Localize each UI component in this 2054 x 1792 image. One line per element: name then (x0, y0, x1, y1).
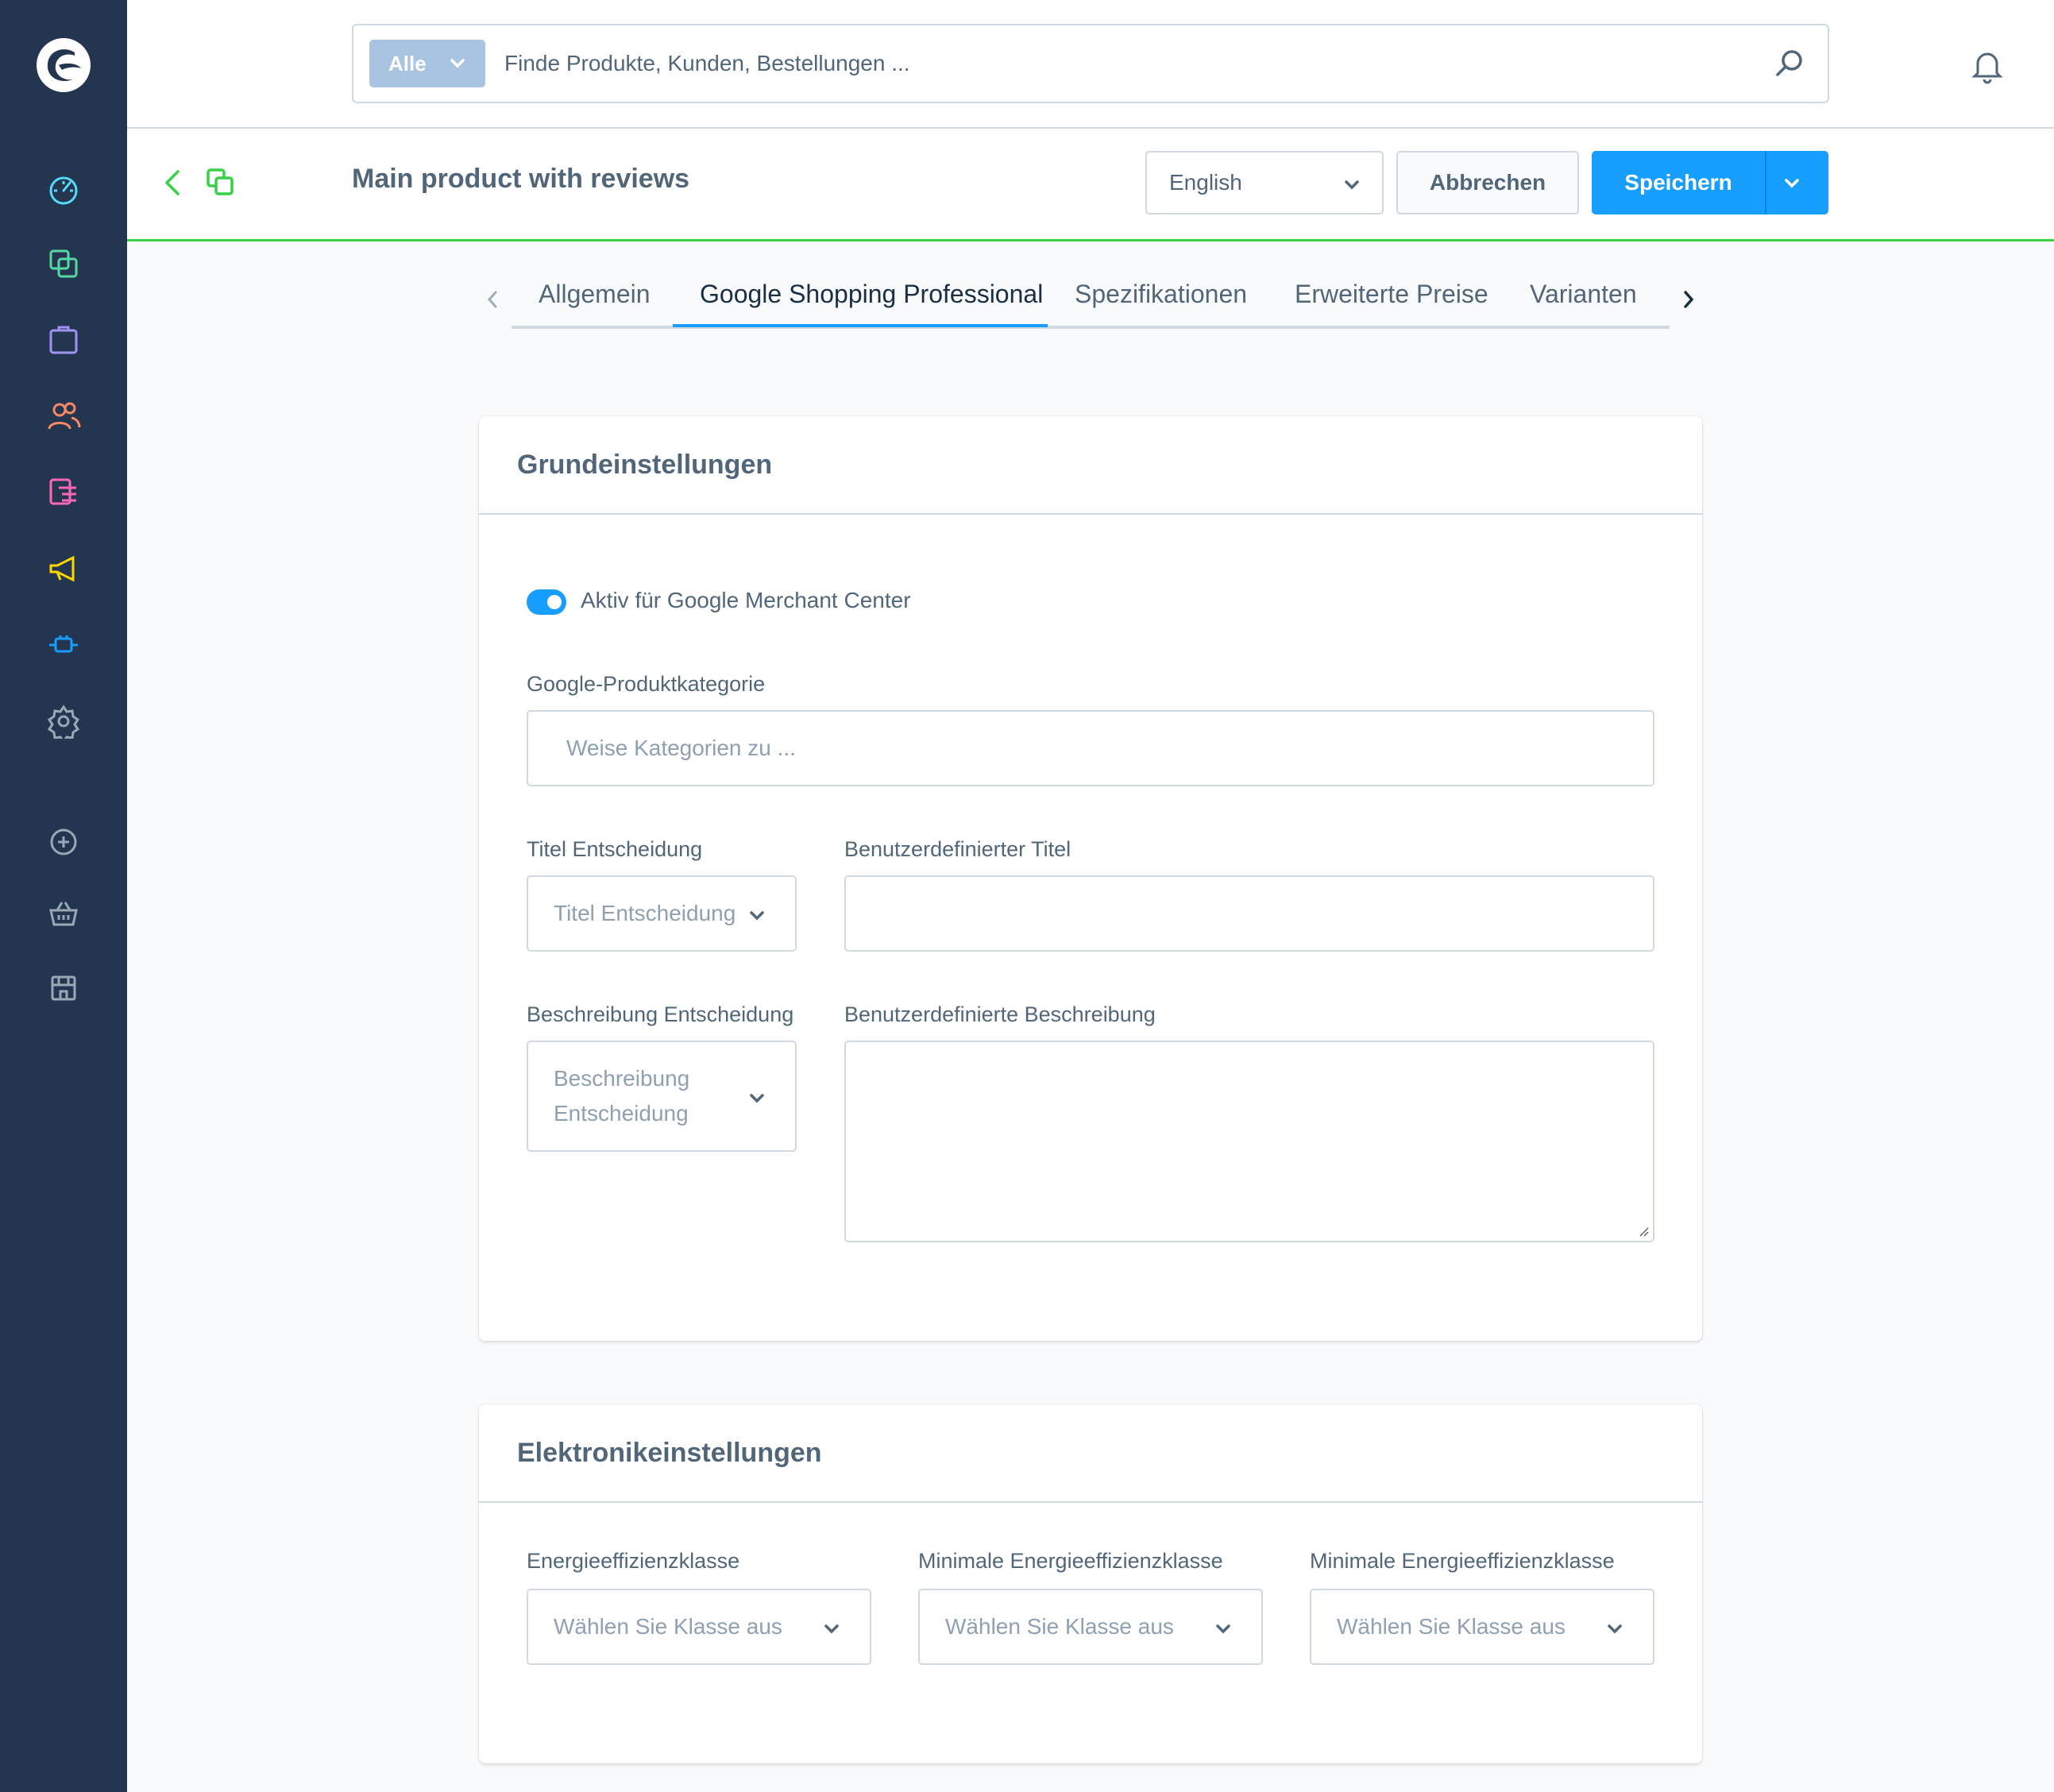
basic-settings-card: Grundeinstellungen Aktiv für Google Merc… (479, 416, 1702, 1341)
tab-varianten[interactable]: Varianten (1530, 280, 1637, 309)
tabs-scroll-right-icon[interactable] (1681, 288, 1697, 311)
search-icon[interactable] (1774, 48, 1805, 79)
search-type-label: Alle (388, 51, 427, 75)
language-switch[interactable]: English (1145, 151, 1384, 214)
add-icon[interactable] (40, 818, 87, 866)
save-button-divider (1765, 151, 1766, 214)
search-input[interactable] (504, 40, 1696, 87)
resize-grip-icon[interactable] (1637, 1225, 1650, 1238)
save-button-group: Speichern (1592, 151, 1828, 214)
marketing-icon[interactable] (40, 545, 87, 593)
card-title: Grundeinstellungen (479, 416, 1702, 515)
top-header: Alle (127, 0, 2054, 129)
admin-sidebar (0, 0, 127, 1792)
shopware-logo-icon[interactable] (35, 37, 92, 94)
custom-title-label: Benutzerdefinierter Titel (844, 837, 1071, 861)
product-tabs: Allgemein Google Shopping Professional S… (512, 270, 1670, 329)
description-decision-placeholder-line2: Entscheidung (554, 1101, 689, 1126)
save-button[interactable]: Speichern (1592, 170, 1765, 195)
tabs-scroll-left-icon[interactable] (485, 288, 500, 311)
toggle-knob (547, 595, 562, 609)
description-decision-label: Beschreibung Entscheidung (527, 1002, 794, 1026)
extensions-icon[interactable] (40, 621, 87, 669)
min-energy-class-placeholder: Wählen Sie Klasse aus (945, 1614, 1174, 1639)
chevron-down-icon (1216, 1624, 1230, 1634)
tab-erweiterte-preise[interactable]: Erweiterte Preise (1295, 280, 1488, 309)
tab-google-shopping-professional[interactable]: Google Shopping Professional (700, 280, 1043, 309)
min-energy-class-select[interactable]: Wählen Sie Klasse aus (918, 1589, 1263, 1665)
category-select[interactable]: Weise Kategorien zu ... (527, 710, 1654, 786)
max-energy-class-label: Minimale Energieeffizienzklasse (1310, 1549, 1615, 1573)
title-decision-label: Titel Entscheidung (527, 837, 703, 861)
save-options-chevron-icon[interactable] (1782, 173, 1801, 192)
merchant-center-toggle[interactable] (527, 589, 566, 615)
dashboard-icon[interactable] (40, 165, 87, 213)
language-switch-value: English (1169, 170, 1242, 195)
electronics-settings-card: Elektronikeinstellungen Energieeffizienz… (479, 1404, 1702, 1763)
duplicate-icon[interactable] (205, 167, 235, 199)
chevron-down-icon (750, 1094, 764, 1103)
energy-class-label: Energieeffizienzklasse (527, 1549, 740, 1573)
chevron-down-icon (1345, 180, 1359, 190)
basket-icon[interactable] (40, 890, 87, 937)
chevron-down-icon (824, 1624, 839, 1634)
chevron-down-icon (1608, 1624, 1622, 1634)
content-icon[interactable] (40, 469, 87, 516)
notification-bell-icon[interactable] (1968, 46, 2006, 84)
orders-icon[interactable] (40, 316, 87, 364)
title-decision-placeholder: Titel Entscheidung (554, 901, 736, 925)
description-decision-select[interactable]: Beschreibung Entscheidung (527, 1041, 797, 1152)
catalog-icon[interactable] (40, 240, 87, 288)
page-title: Main product with reviews (352, 164, 690, 194)
energy-class-placeholder: Wählen Sie Klasse aus (554, 1614, 782, 1639)
custom-title-input[interactable] (844, 875, 1654, 952)
min-energy-class-label: Minimale Energieeffizienzklasse (918, 1549, 1223, 1573)
customers-icon[interactable] (40, 392, 87, 440)
search-type-dropdown[interactable]: Alle (369, 40, 485, 87)
custom-description-textarea[interactable] (844, 1041, 1654, 1242)
card-title: Elektronikeinstellungen (479, 1404, 1702, 1503)
energy-class-select[interactable]: Wählen Sie Klasse aus (527, 1589, 871, 1665)
max-energy-class-select[interactable]: Wählen Sie Klasse aus (1310, 1589, 1654, 1665)
cancel-button[interactable]: Abbrechen (1396, 151, 1579, 214)
category-label: Google-Produktkategorie (527, 672, 766, 696)
tab-allgemein[interactable]: Allgemein (539, 280, 651, 309)
custom-description-label: Benutzerdefinierte Beschreibung (844, 1002, 1156, 1026)
settings-icon[interactable] (40, 697, 87, 745)
max-energy-class-placeholder: Wählen Sie Klasse aus (1337, 1614, 1566, 1639)
description-decision-placeholder-line1: Beschreibung (554, 1066, 690, 1091)
global-search: Alle (352, 24, 1829, 103)
active-tab-indicator (673, 324, 1048, 327)
category-placeholder: Weise Kategorien zu ... (566, 736, 796, 760)
store-icon[interactable] (40, 964, 87, 1012)
back-arrow-icon[interactable] (159, 167, 186, 199)
chevron-down-icon (750, 911, 764, 921)
title-decision-select[interactable]: Titel Entscheidung (527, 875, 797, 952)
chevron-down-icon (450, 59, 465, 68)
toggle-label: Aktiv für Google Merchant Center (581, 588, 911, 612)
tab-spezifikationen[interactable]: Spezifikationen (1075, 280, 1247, 309)
